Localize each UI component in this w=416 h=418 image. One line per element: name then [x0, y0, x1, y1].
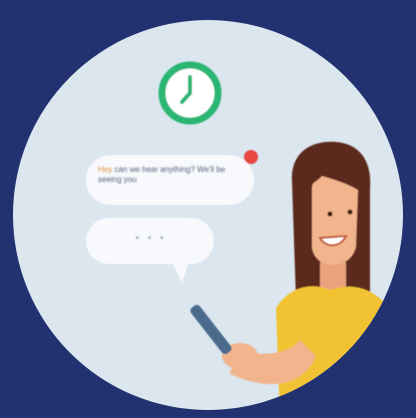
chat-message: Hey can we hear anything? We'll be seein…	[98, 165, 238, 185]
notification-dot-icon	[244, 150, 258, 164]
illustration-svg	[13, 20, 403, 410]
clock-icon	[158, 61, 222, 125]
illustration-scene: Hey can we hear anything? We'll be seein…	[0, 0, 416, 418]
chat-message-highlight: Hey	[98, 165, 113, 174]
chat-message-rest: can we hear anything? We'll be seeing yo…	[98, 165, 226, 184]
typing-indicator: • • •	[135, 233, 167, 244]
